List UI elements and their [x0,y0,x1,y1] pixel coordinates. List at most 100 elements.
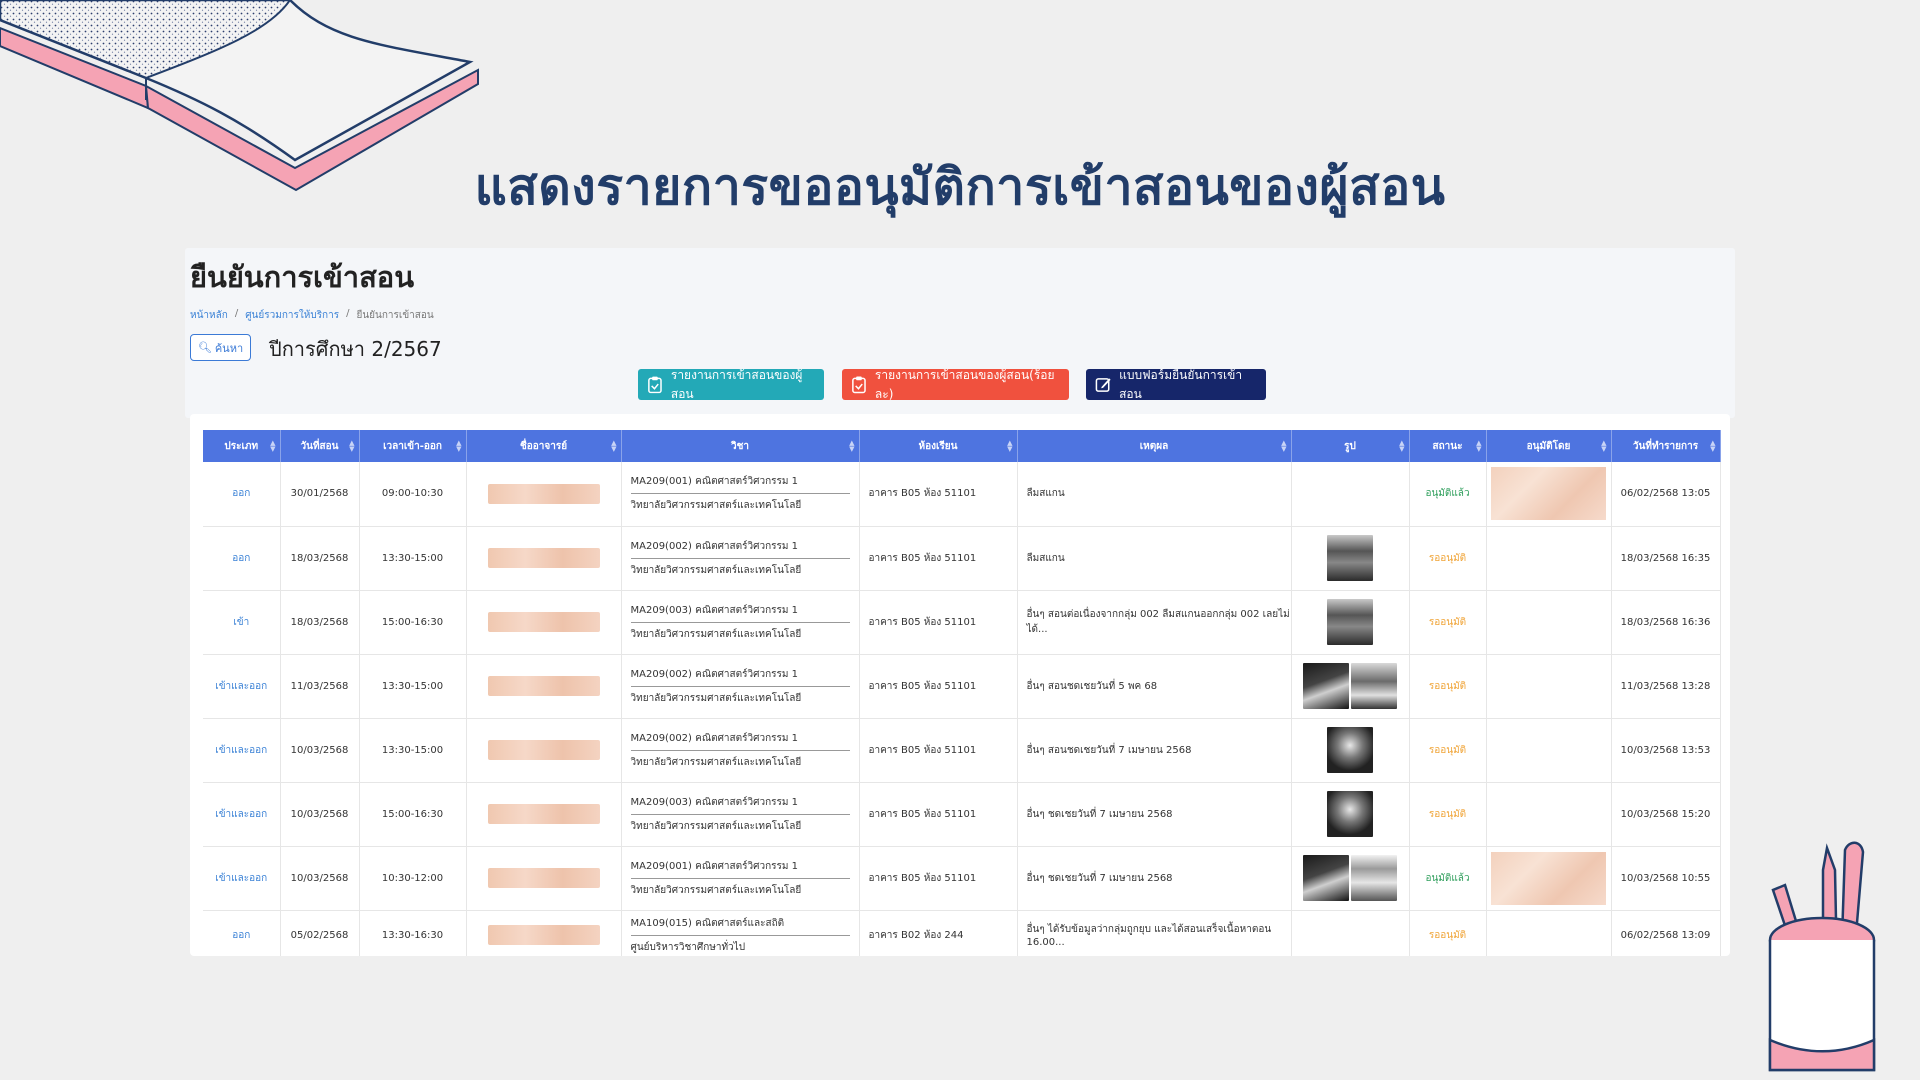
cell-approved-by [1486,718,1612,783]
approval-table: ประเภท ▲ ▼ วันที่สอน ▲ ▼ เวลาเข้า-ออก ▲ ▼ ชื่อ… [203,430,1721,956]
column-header-photo[interactable]: รูป ▲ ▼ [1291,430,1410,462]
teacher-name-redacted [487,804,600,824]
table-row: เข้าและออก 11/03/2568 13:30-15:00 MA209(002… [203,654,1721,719]
cell-room: อาคาร B05 ห้อง 51101 [859,462,1018,527]
cell-subject: MA209(003) คณิตศาสตร์วิศวกรรม 1 วิทยาลัยว… [621,590,860,655]
column-header-subject[interactable]: วิชา ▲ ▼ [621,430,860,462]
cell-teacher [466,654,622,719]
cell-created: 18/03/2568 16:35 [1611,526,1721,591]
sort-icon: ▲ ▼ [849,439,855,453]
cell-status: รออนุมัติ [1409,782,1487,847]
cell-type[interactable]: ออก [203,462,281,527]
cell-type[interactable]: เข้าและออก [203,654,281,719]
cell-teacher [466,462,622,527]
cell-created: 10/03/2568 15:20 [1611,782,1721,847]
cell-status: รออนุมัติ [1409,654,1487,719]
cell-type[interactable]: เข้าและออก [203,782,281,847]
cell-status: รออนุมัติ [1409,910,1487,956]
column-header-teacher[interactable]: ชื่ออาจารย์ ▲ ▼ [466,430,622,462]
subject-code: MA209(002) คณิตศาสตร์วิศวกรรม 1 [630,539,850,559]
cell-approved-by [1486,846,1612,911]
cell-photo [1291,846,1410,911]
cell-teacher [466,718,622,783]
subject-code: MA209(001) คณิตศาสตร์วิศวกรรม 1 [630,474,850,495]
sort-icon: ▲ ▼ [1710,439,1716,453]
breadcrumb-separator: / [234,308,239,319]
teacher-name-redacted [487,483,600,504]
photo-thumbnail[interactable] [1303,663,1349,709]
photo-thumbnails [1292,663,1409,709]
column-header-created[interactable]: วันที่ทำรายการ ▲ ▼ [1611,430,1721,462]
photo-thumbnails [1292,535,1409,581]
photo-thumbnail[interactable] [1303,855,1349,901]
cell-type[interactable]: เข้าและออก [203,846,281,911]
column-header-status[interactable]: สถานะ ▲ ▼ [1409,430,1487,462]
subject-faculty: วิทยาลัยวิศวกรรมศาสตร์และเทคโนโลยี [630,756,802,768]
cell-time: 13:30-15:00 [359,654,467,719]
clipboard-icon [648,376,662,394]
subject-faculty: วิทยาลัยวิศวกรรมศาสตร์และเทคโนโลยี [630,628,802,640]
cell-approved-by [1486,590,1612,655]
cell-date: 10/03/2568 [280,782,360,847]
photo-thumbnails [1292,855,1409,901]
photo-thumbnail[interactable] [1351,663,1397,709]
cell-reason: อื่นๆ สอนชดเชยวันที่ 5 พค 68 [1017,654,1292,719]
cell-room: อาคาร B05 ห้อง 51101 [859,782,1018,847]
cell-reason: อื่นๆ สอนต่อเนื่องจากกลุ่ม 002 ลืมสแกนออ… [1017,590,1292,655]
table-row: ออก 18/03/2568 13:30-15:00 MA209(002) คณิตศ… [203,526,1721,591]
cell-teacher [466,782,622,847]
cell-status: อนุมัติแล้ว [1409,462,1487,527]
teacher-name-redacted [487,612,600,632]
cell-room: อาคาร B05 ห้อง 51101 [859,718,1018,783]
cell-type[interactable]: ออก [203,910,281,956]
column-header-approved-by[interactable]: อนุมัติโดย ▲ ▼ [1486,430,1612,462]
breadcrumb-home[interactable]: หน้าหลัก [190,308,228,323]
breadcrumb-service-center[interactable]: ศูนย์รวมการให้บริการ [245,308,339,323]
cell-room: อาคาร B05 ห้อง 51101 [859,526,1018,591]
table-row: เข้าและออก 10/03/2568 15:00-16:30 MA209(003… [203,782,1721,847]
approval-table-card: ประเภท ▲ ▼ วันที่สอน ▲ ▼ เวลาเข้า-ออก ▲ ▼ ชื่อ… [190,414,1730,956]
column-header-time[interactable]: เวลาเข้า-ออก ▲ ▼ [359,430,467,462]
subject-faculty: วิทยาลัยวิศวกรรมศาสตร์และเทคโนโลยี [630,884,802,896]
cell-teacher [466,846,622,911]
teacher-attendance-report-label: รายงานการเข้าสอนของผู้สอน [670,367,803,401]
cell-date: 30/01/2568 [280,462,360,527]
photo-thumbnails [1292,727,1409,773]
column-header-type[interactable]: ประเภท ▲ ▼ [203,430,281,462]
column-header-date[interactable]: วันที่สอน ▲ ▼ [280,430,360,462]
subject-faculty: วิทยาลัยวิศวกรรมศาสตร์และเทคโนโลยี [630,820,802,832]
cell-created: 10/03/2568 10:55 [1611,846,1721,911]
cell-photo [1291,526,1410,591]
table-row: ออก 05/02/2568 13:30-16:30 MA109(015) คณิตศ… [203,910,1721,956]
cell-type[interactable]: เข้า [203,590,281,655]
photo-thumbnail[interactable] [1327,727,1373,773]
breadcrumb: หน้าหลัก / ศูนย์รวมการให้บริการ / ยืนยัน… [190,308,434,323]
cell-teacher [466,526,622,591]
cell-status: รออนุมัติ [1409,590,1487,655]
sort-icon: ▲ ▼ [1007,439,1013,453]
cell-date: 10/03/2568 [280,846,360,911]
photo-thumbnail[interactable] [1327,791,1373,837]
cell-date: 11/03/2568 [280,654,360,719]
column-header-room[interactable]: ห้องเรียน ▲ ▼ [859,430,1018,462]
photo-thumbnail[interactable] [1327,599,1373,645]
search-button[interactable]: 🔍︎ ค้นหา [190,334,251,361]
cell-room: อาคาร B02 ห้อง 244 [859,910,1018,956]
table-row: เข้าและออก 10/03/2568 10:30-12:00 MA209(001… [203,846,1721,911]
breadcrumb-current: ยืนยันการเข้าสอน [356,310,434,321]
cell-subject: MA209(001) คณิตศาสตร์วิศวกรรม 1 วิทยาลัยว… [621,846,860,911]
cell-date: 18/03/2568 [280,590,360,655]
cell-subject: MA209(002) คณิตศาสตร์วิศวกรรม 1 วิทยาลัยว… [621,654,860,719]
teacher-name-redacted [487,868,600,888]
cell-type[interactable]: เข้าและออก [203,718,281,783]
teacher-attendance-percent-report-button[interactable]: รายงานการเข้าสอนของผู้สอน(ร้อยละ) [842,368,1069,401]
cell-created: 11/03/2568 13:28 [1611,654,1721,719]
teacher-name-redacted [487,740,600,760]
teacher-attendance-report-button[interactable]: รายงานการเข้าสอนของผู้สอน [638,368,824,401]
photo-thumbnail[interactable] [1351,855,1397,901]
attendance-confirmation-form-button[interactable]: แบบฟอร์มยืนยันการเข้าสอน [1086,368,1266,401]
column-header-reason[interactable]: เหตุผล ▲ ▼ [1017,430,1292,462]
academic-year-label: ปีการศึกษา 2/2567 [269,337,442,361]
photo-thumbnail[interactable] [1327,535,1373,581]
cell-type[interactable]: ออก [203,526,281,591]
